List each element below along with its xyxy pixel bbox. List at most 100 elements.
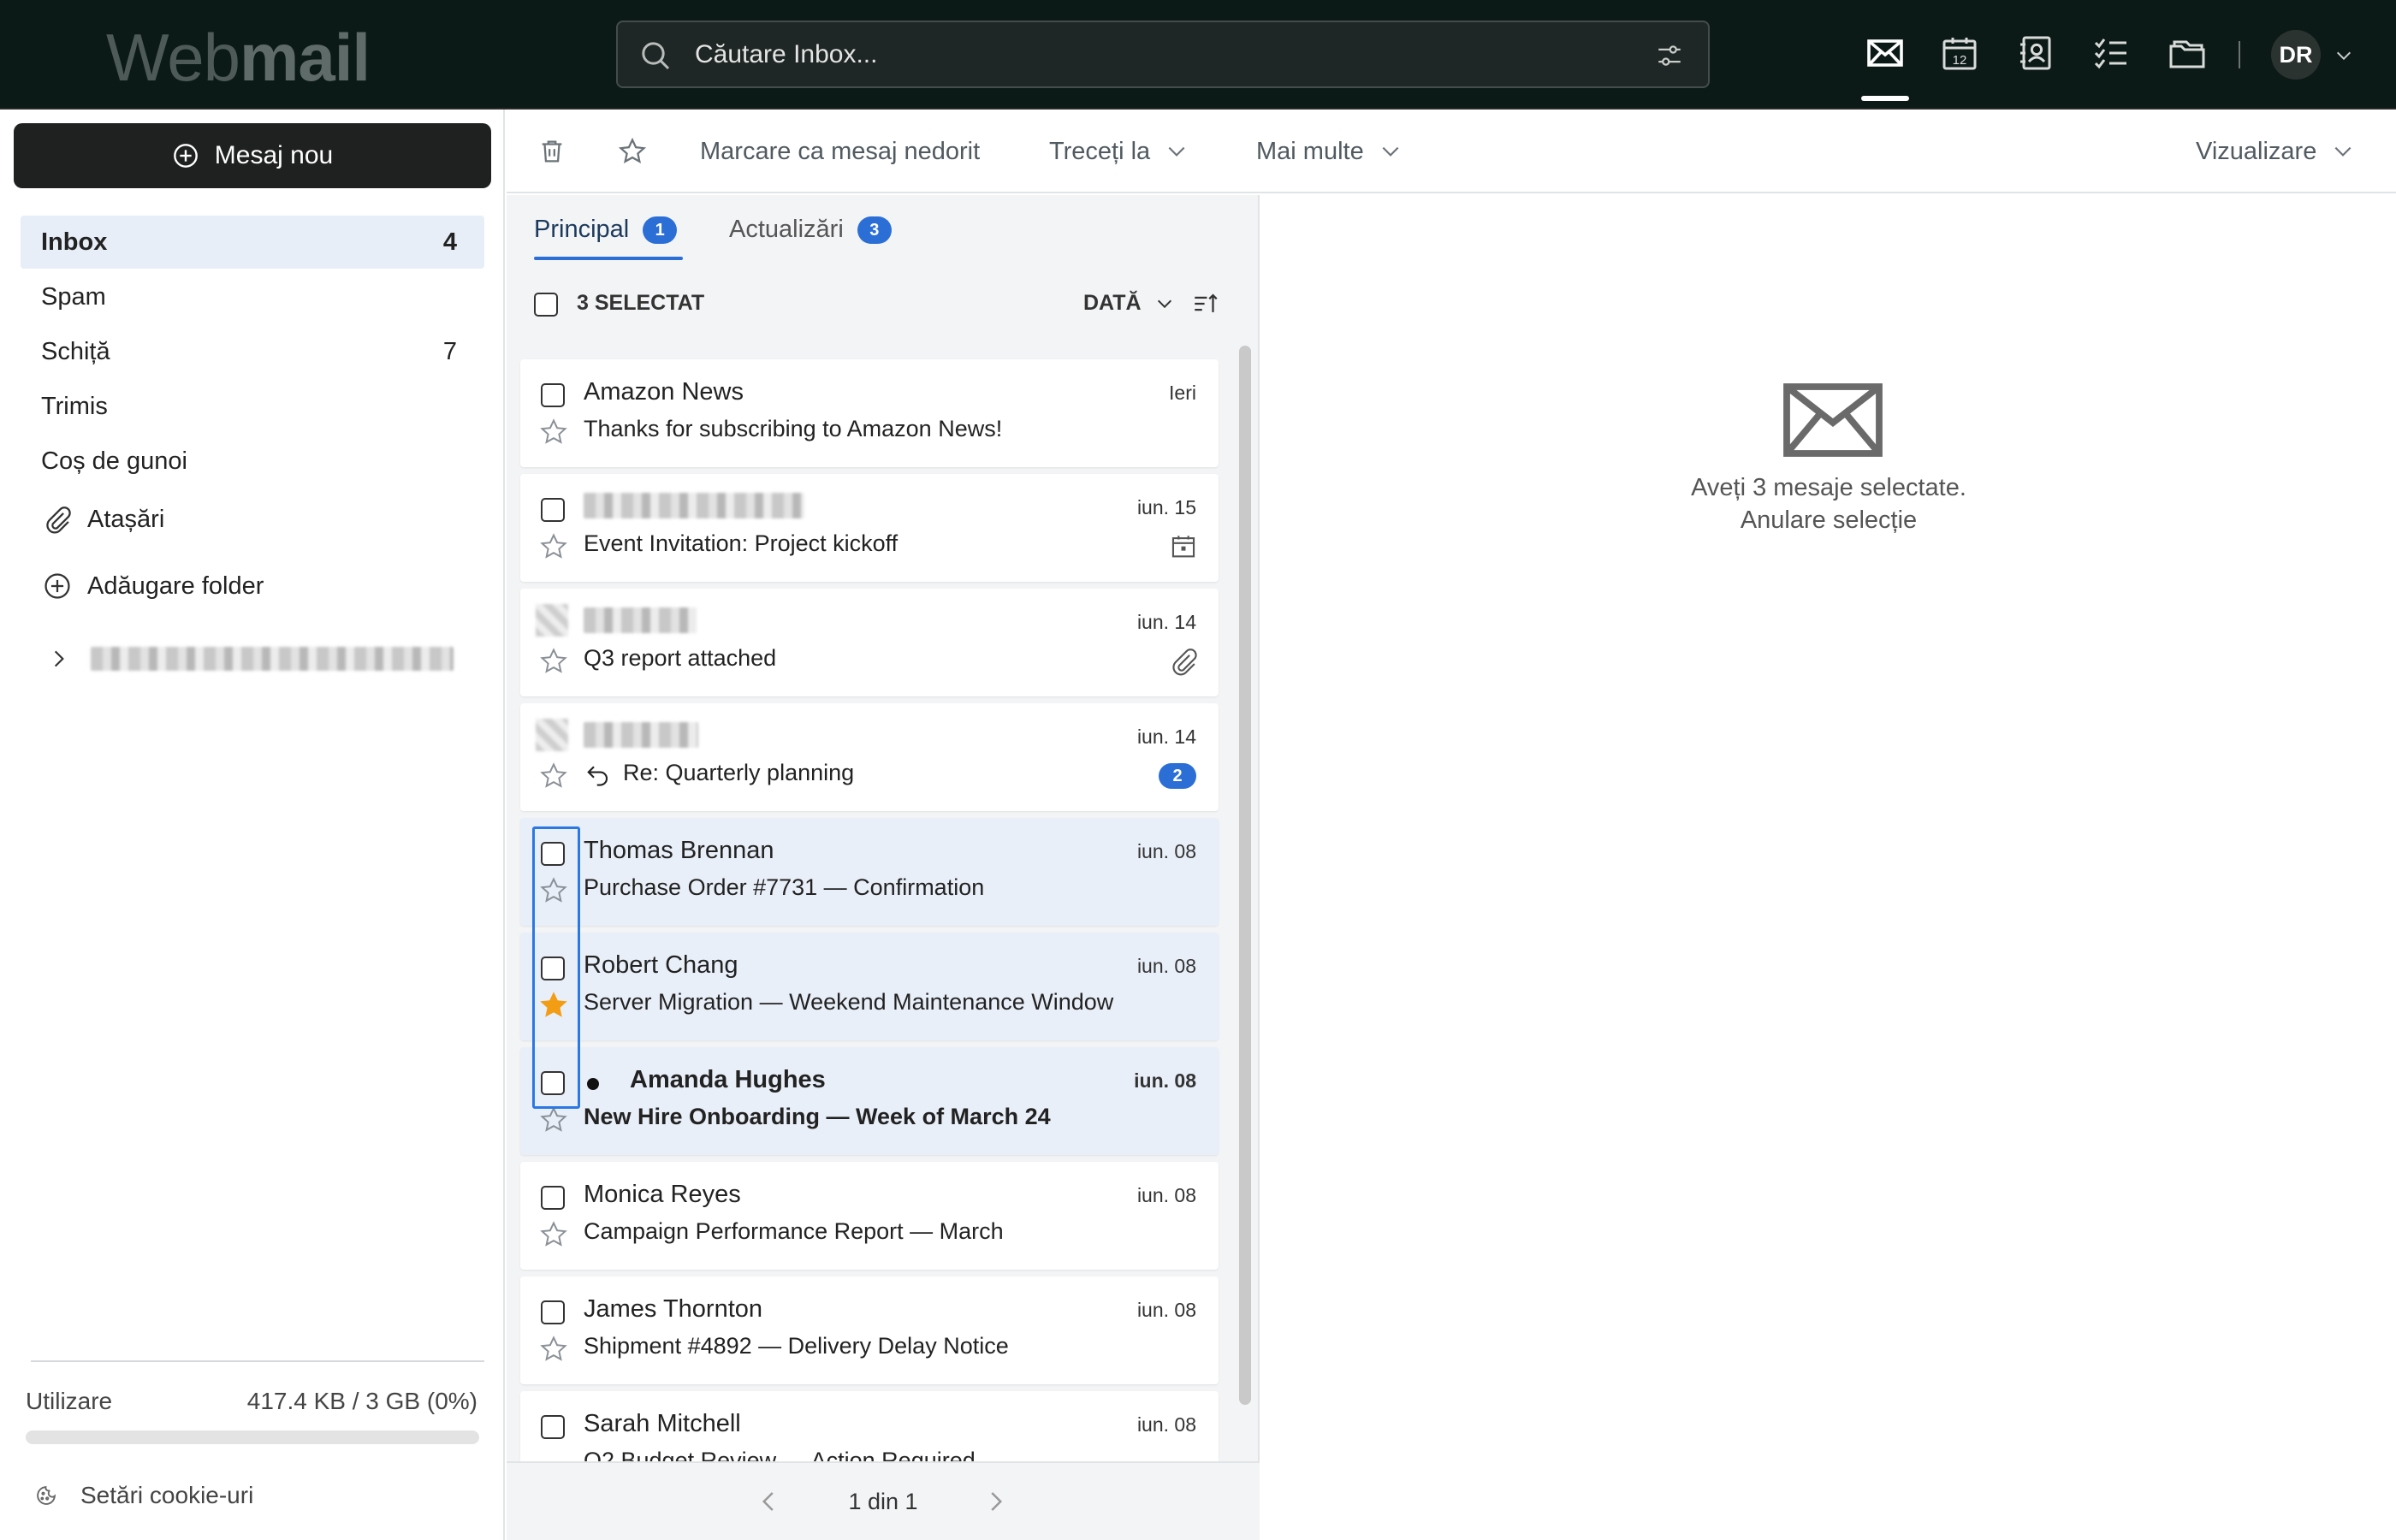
custom-folder-item[interactable] bbox=[48, 640, 459, 678]
files-nav-icon[interactable] bbox=[2167, 33, 2208, 74]
star-icon[interactable] bbox=[539, 1220, 568, 1249]
search-filter-icon[interactable] bbox=[1655, 41, 1684, 70]
attachments-label: Atașări bbox=[87, 505, 165, 533]
message-row[interactable]: Amazon News Thanks for subscribing to Am… bbox=[520, 359, 1219, 467]
folder-inbox[interactable]: Inbox 4 bbox=[21, 216, 484, 269]
message-row[interactable]: Thomas Brennan Purchase Order #7731 — Co… bbox=[520, 818, 1219, 926]
message-sender: Amazon News bbox=[584, 378, 744, 406]
message-checkbox[interactable] bbox=[541, 383, 565, 407]
message-row[interactable]: James Thornton Shipment #4892 — Delivery… bbox=[520, 1276, 1219, 1384]
thread-count-badge: 2 bbox=[1159, 763, 1196, 789]
message-sender: Sarah Mitchell bbox=[584, 1410, 741, 1437]
message-checkbox[interactable] bbox=[541, 1186, 565, 1210]
folder-trash[interactable]: Coș de gunoi bbox=[21, 435, 484, 488]
compose-button[interactable]: Mesaj nou bbox=[14, 123, 491, 188]
folder-sent[interactable]: Trimis bbox=[21, 380, 484, 433]
unread-dot-icon bbox=[587, 1078, 599, 1090]
cancel-selection-link[interactable]: Anulare selecție bbox=[1261, 506, 2396, 535]
move-to-dropdown[interactable]: Treceți la bbox=[1049, 110, 1188, 193]
star-icon[interactable] bbox=[539, 647, 568, 676]
message-subject: Shipment #4892 — Delivery Delay Notice bbox=[584, 1333, 1009, 1359]
sort-by-dropdown[interactable]: DATĂ bbox=[1083, 291, 1174, 316]
mark-junk-button[interactable]: Marcare ca mesaj nedorit bbox=[700, 110, 980, 193]
sidebar: Mesaj nou Inbox 4 Spam Schiță 7 Trimis C… bbox=[0, 110, 505, 1540]
message-checkbox[interactable] bbox=[541, 1415, 565, 1439]
message-subject: Purchase Order #7731 — Confirmation bbox=[584, 874, 985, 900]
message-date: iun. 08 bbox=[1136, 1299, 1196, 1321]
chevron-down-icon[interactable] bbox=[2334, 46, 2353, 65]
add-folder-label: Adăugare folder bbox=[87, 572, 264, 600]
tab-label: Actualizări bbox=[729, 216, 844, 243]
selected-count: 3 SELECTAT bbox=[577, 291, 705, 315]
active-app-indicator bbox=[1861, 96, 1909, 101]
message-row[interactable]: Q3 report attached iun. 14 bbox=[520, 589, 1219, 696]
chevron-down-icon bbox=[2334, 146, 2352, 157]
tasks-nav-icon[interactable] bbox=[2091, 33, 2132, 74]
selection-bar: 3 SELECTAT DATĂ bbox=[507, 281, 1260, 329]
message-subject: Thanks for subscribing to Amazon News! bbox=[584, 416, 1003, 441]
scrollbar[interactable] bbox=[1239, 346, 1251, 1405]
attachments-item[interactable]: Atașări bbox=[43, 505, 164, 534]
redacted-sender bbox=[584, 607, 697, 633]
plus-circle-icon bbox=[44, 573, 70, 599]
redacted-avatar bbox=[536, 604, 568, 637]
storage-bar bbox=[26, 1430, 479, 1444]
message-row[interactable]: Monica Reyes Campaign Performance Report… bbox=[520, 1162, 1219, 1270]
more-label: Mai multe bbox=[1256, 137, 1364, 165]
star-icon[interactable] bbox=[539, 532, 568, 561]
redacted-folder-name bbox=[91, 647, 454, 671]
message-date: iun. 08 bbox=[1136, 1184, 1196, 1206]
message-checkbox[interactable] bbox=[541, 1071, 565, 1095]
folder-drafts[interactable]: Schiță 7 bbox=[21, 325, 484, 378]
message-row[interactable]: Re: Quarterly planning iun. 14 2 bbox=[520, 703, 1219, 811]
sort-label: DATĂ bbox=[1083, 291, 1142, 315]
message-row[interactable]: Event Invitation: Project kickoff iun. 1… bbox=[520, 474, 1219, 582]
paperclip-icon bbox=[1172, 649, 1197, 676]
view-label: Vizualizare bbox=[2196, 137, 2317, 165]
cookie-settings-link[interactable]: Setări cookie-uri bbox=[34, 1482, 253, 1509]
more-dropdown[interactable]: Mai multe bbox=[1256, 110, 1402, 193]
tab-principal[interactable]: Principal 1 bbox=[534, 216, 678, 244]
inbox-tabs: Principal 1 Actualizări 3 bbox=[507, 195, 1260, 270]
star-icon[interactable] bbox=[539, 418, 568, 447]
chevron-right-icon[interactable] bbox=[982, 1489, 1008, 1514]
compose-label: Mesaj nou bbox=[214, 141, 334, 169]
top-bar-divider bbox=[2239, 41, 2240, 68]
star-icon[interactable] bbox=[539, 876, 568, 905]
user-avatar[interactable]: DR bbox=[2271, 30, 2321, 80]
message-row[interactable]: Amanda Hughes New Hire Onboarding — Week… bbox=[520, 1047, 1219, 1155]
folder-spam[interactable]: Spam bbox=[21, 270, 484, 323]
calendar-icon bbox=[1171, 536, 1195, 558]
sort-order-icon[interactable] bbox=[1191, 289, 1220, 318]
message-row[interactable]: Robert Chang Server Migration — Weekend … bbox=[520, 933, 1219, 1040]
message-subject: Re: Quarterly planning bbox=[623, 760, 855, 785]
folder-count: 4 bbox=[442, 228, 457, 256]
tab-updates[interactable]: Actualizări 3 bbox=[729, 216, 892, 244]
contacts-nav-icon[interactable] bbox=[2015, 33, 2056, 74]
app-logo[interactable]: Webmail bbox=[106, 19, 371, 96]
message-checkbox[interactable] bbox=[541, 498, 565, 522]
message-sender: Robert Chang bbox=[584, 951, 738, 979]
chevron-right-icon[interactable] bbox=[48, 648, 70, 670]
select-all-checkbox[interactable] bbox=[534, 293, 558, 317]
message-checkbox[interactable] bbox=[541, 957, 565, 980]
search-input[interactable] bbox=[695, 33, 1593, 77]
page-indicator: 1 din 1 bbox=[848, 1489, 918, 1514]
add-folder-button[interactable]: Adăugare folder bbox=[43, 572, 264, 601]
star-icon[interactable] bbox=[539, 1105, 568, 1134]
star-button[interactable] bbox=[618, 110, 647, 193]
star-icon[interactable] bbox=[539, 1335, 568, 1364]
message-subject: Server Migration — Weekend Maintenance W… bbox=[584, 989, 1114, 1015]
delete-button[interactable] bbox=[537, 110, 566, 193]
divider bbox=[31, 1360, 484, 1362]
message-sender: Thomas Brennan bbox=[584, 837, 774, 864]
view-dropdown[interactable]: Vizualizare bbox=[2196, 110, 2354, 193]
starred-icon[interactable] bbox=[539, 991, 568, 1020]
tab-badge: 3 bbox=[857, 216, 892, 244]
star-icon[interactable] bbox=[539, 761, 568, 791]
calendar-nav-icon[interactable]: 12 bbox=[1939, 33, 1980, 74]
reply-icon bbox=[587, 766, 608, 786]
mail-nav-icon[interactable] bbox=[1865, 33, 1906, 74]
message-checkbox[interactable] bbox=[541, 1300, 565, 1324]
message-checkbox[interactable] bbox=[541, 842, 565, 866]
